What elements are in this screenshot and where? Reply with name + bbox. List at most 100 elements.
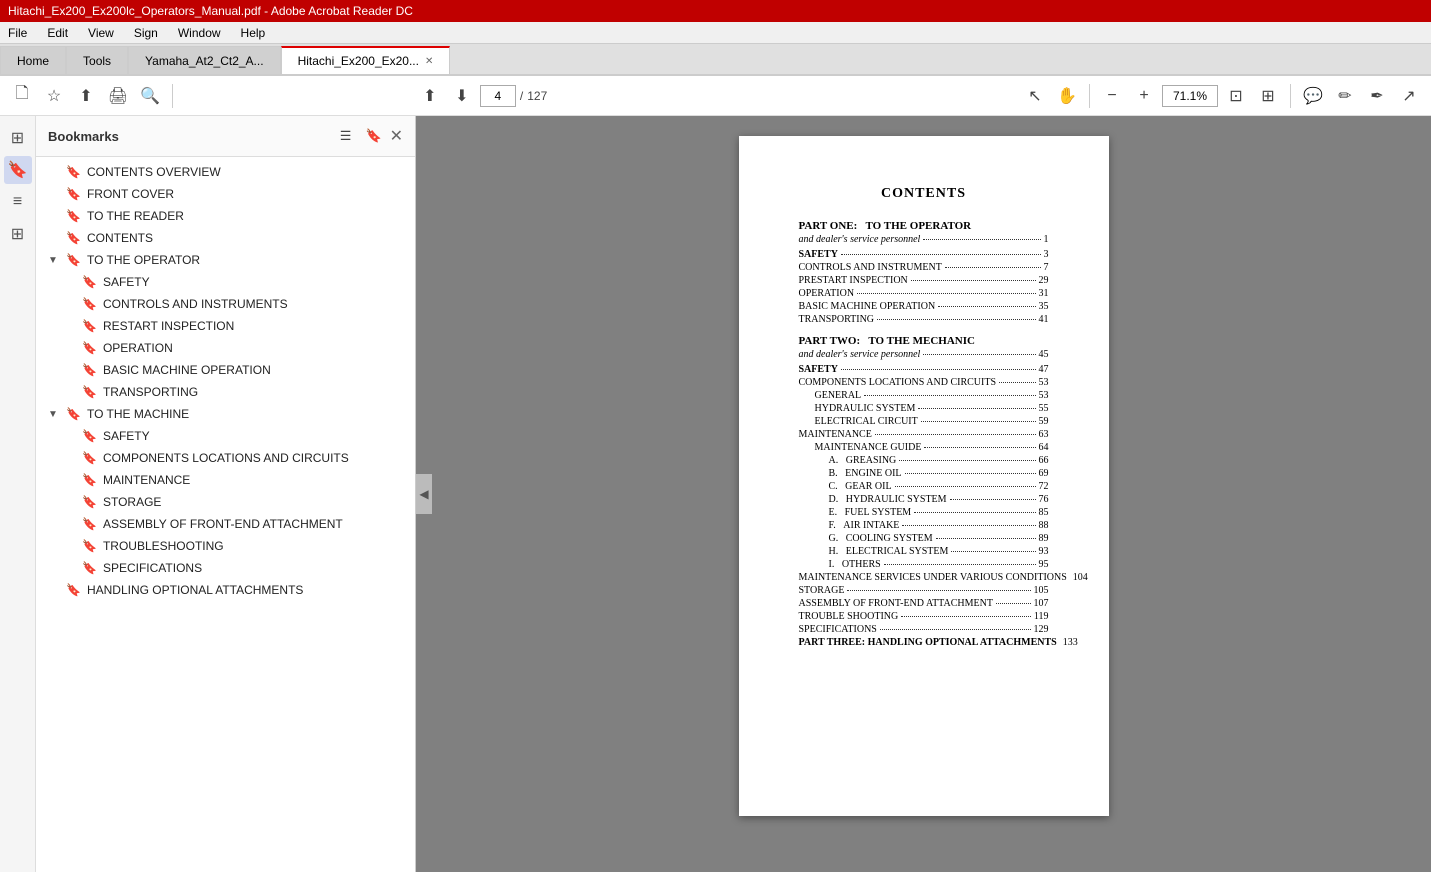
bookmark-handling-optional[interactable]: 🔖 HANDLING OPTIONAL ATTACHMENTS <box>36 579 415 601</box>
hand-btn[interactable]: ✋ <box>1053 82 1081 110</box>
print-btn[interactable]: 🖨 <box>104 82 132 110</box>
bookmark-components-locations[interactable]: 🔖 COMPONENTS LOCATIONS AND CIRCUITS <box>36 447 415 469</box>
toc-electrical-circuit: ELECTRICAL CIRCUIT 59 <box>815 416 1049 427</box>
zoom-out-btn[interactable]: − <box>1098 82 1126 110</box>
toc-controls: CONTROLS AND INSTRUMENT 7 <box>799 262 1049 273</box>
bookmarks-add-btn[interactable]: 🔖 <box>362 124 386 148</box>
bookmark-front-cover[interactable]: 🔖 FRONT COVER <box>36 183 415 205</box>
toc-fuel-system: E. FUEL SYSTEM 85 <box>829 507 1049 518</box>
cursor-btn[interactable]: ↖ <box>1021 82 1049 110</box>
tab-home[interactable]: Home <box>0 46 66 74</box>
toc-engine-oil: B. ENGINE OIL 69 <box>829 468 1049 479</box>
toc-maintenance-guide: MAINTENANCE GUIDE 64 <box>815 442 1049 453</box>
bookmark-troubleshooting[interactable]: 🔖 TROUBLESHOOTING <box>36 535 415 557</box>
tab-hitachi[interactable]: Hitachi_Ex200_Ex20... ✕ <box>281 46 451 74</box>
menu-sign[interactable]: Sign <box>130 24 162 42</box>
bookmark-label-15: STORAGE <box>103 495 161 509</box>
page-number-input[interactable]: 4 <box>480 85 516 107</box>
search-btn[interactable]: 🔍 <box>136 82 164 110</box>
toc-trouble-shooting: TROUBLE SHOOTING 119 <box>799 611 1049 622</box>
toc-hydraulic-sys: HYDRAULIC SYSTEM 55 <box>815 403 1049 414</box>
bookmark-restart-inspection[interactable]: 🔖 RESTART INSPECTION <box>36 315 415 337</box>
bookmark-safety-1[interactable]: 🔖 SAFETY <box>36 271 415 293</box>
tab-hitachi-label: Hitachi_Ex200_Ex20... <box>298 54 419 68</box>
toc-electrical-system: H. ELECTRICAL SYSTEM 93 <box>829 546 1049 557</box>
bookmark-icon-19: 🔖 <box>66 583 81 597</box>
bookmark-label-0: CONTENTS OVERVIEW <box>87 165 221 179</box>
tab-bar: Home Tools Yamaha_At2_Ct2_A... Hitachi_E… <box>0 44 1431 76</box>
bookmark-controls-instruments[interactable]: 🔖 CONTROLS AND INSTRUMENTS <box>36 293 415 315</box>
bookmark-maintenance[interactable]: 🔖 MAINTENANCE <box>36 469 415 491</box>
bookmark-icon-3: 🔖 <box>66 231 81 245</box>
menu-file[interactable]: File <box>4 24 31 42</box>
menu-help[interactable]: Help <box>237 24 270 42</box>
sidebar-icon-bookmarks[interactable]: 🔖 <box>4 156 32 184</box>
bookmark-icon-15: 🔖 <box>82 495 97 509</box>
toc-maintenance: MAINTENANCE 63 <box>799 429 1049 440</box>
tab-yamaha[interactable]: Yamaha_At2_Ct2_A... <box>128 46 281 74</box>
menu-edit[interactable]: Edit <box>43 24 72 42</box>
toc-cooling-system: G. COOLING SYSTEM 89 <box>829 533 1049 544</box>
upload-btn[interactable]: ⬆ <box>72 82 100 110</box>
bookmark-basic-machine-op[interactable]: 🔖 BASIC MACHINE OPERATION <box>36 359 415 381</box>
toolbar-sep1 <box>172 84 173 108</box>
bookmark-toolbar-btn[interactable]: ☆ <box>40 82 68 110</box>
part-one-header: PART ONE: TO THE OPERATOR <box>799 220 1049 232</box>
pen-btn[interactable]: ✏ <box>1331 82 1359 110</box>
bookmark-operation[interactable]: 🔖 OPERATION <box>36 337 415 359</box>
menu-window[interactable]: Window <box>174 24 225 42</box>
part-one-sub: and dealer's service personnel 1 <box>799 234 1049 245</box>
bookmark-label-6: CONTROLS AND INSTRUMENTS <box>103 297 288 311</box>
bookmark-transporting[interactable]: 🔖 TRANSPORTING <box>36 381 415 403</box>
next-page-btn[interactable]: ⬇ <box>448 82 476 110</box>
sidebar-icon-pages[interactable]: ⊞ <box>4 124 32 152</box>
sidebar-icon-tools2[interactable]: ⊞ <box>4 220 32 248</box>
toc-components: COMPONENTS LOCATIONS AND CIRCUITS 53 <box>799 377 1049 388</box>
bookmark-icon-5: 🔖 <box>82 275 97 289</box>
bookmark-to-reader[interactable]: 🔖 TO THE READER <box>36 205 415 227</box>
bookmark-assembly-front-end[interactable]: 🔖 ASSEMBLY OF FRONT-END ATTACHMENT <box>36 513 415 535</box>
view-btn[interactable]: ⊞ <box>1254 82 1282 110</box>
main-area: ⊞ 🔖 ≡ ⊞ Bookmarks ☰ 🔖 ✕ 🔖 CONTENTS OVERV… <box>0 116 1431 872</box>
toc-transporting: TRANSPORTING 41 <box>799 314 1049 325</box>
bookmark-icon-12: 🔖 <box>82 429 97 443</box>
bookmark-contents-overview[interactable]: 🔖 CONTENTS OVERVIEW <box>36 161 415 183</box>
share-btn[interactable]: ↗ <box>1395 82 1423 110</box>
sidebar-icon-layers[interactable]: ≡ <box>4 188 32 216</box>
toc-part-three: PART THREE: HANDLING OPTIONAL ATTACHMENT… <box>799 637 1049 648</box>
sign-btn[interactable]: ✒ <box>1363 82 1391 110</box>
toc-safety-1: SAFETY 3 <box>799 249 1049 260</box>
pdf-area[interactable]: ◀ CONTENTS PART ONE: TO THE OPERATOR and… <box>416 116 1431 872</box>
bookmark-to-operator[interactable]: ▼ 🔖 TO THE OPERATOR <box>36 249 415 271</box>
bookmark-to-machine[interactable]: ▼ 🔖 TO THE MACHINE <box>36 403 415 425</box>
fit-btn[interactable]: ⊡ <box>1222 82 1250 110</box>
bookmarks-close-btn[interactable]: ✕ <box>390 126 403 146</box>
bookmarks-list: 🔖 CONTENTS OVERVIEW 🔖 FRONT COVER 🔖 TO T… <box>36 157 415 872</box>
zoom-input[interactable]: 71.1% <box>1162 85 1218 107</box>
bookmark-label-8: OPERATION <box>103 341 173 355</box>
toc-specifications: SPECIFICATIONS 129 <box>799 624 1049 635</box>
comment-btn[interactable]: 💬 <box>1299 82 1327 110</box>
toolbar-sep3 <box>1290 84 1291 108</box>
zoom-in-btn[interactable]: + <box>1130 82 1158 110</box>
bookmark-label-3: CONTENTS <box>87 231 153 245</box>
bookmark-label-11: TO THE MACHINE <box>87 407 189 421</box>
toc-operation-1: OPERATION 31 <box>799 288 1049 299</box>
bookmark-storage[interactable]: 🔖 STORAGE <box>36 491 415 513</box>
menu-view[interactable]: View <box>84 24 118 42</box>
bookmark-icon-14: 🔖 <box>82 473 97 487</box>
pdf-collapse-btn[interactable]: ◀ <box>416 474 432 514</box>
tab-tools[interactable]: Tools <box>66 46 128 74</box>
new-button[interactable]: 🗋 <box>8 82 36 110</box>
bookmark-safety-2[interactable]: 🔖 SAFETY <box>36 425 415 447</box>
prev-page-btn[interactable]: ⬆ <box>416 82 444 110</box>
right-tools: ↖ ✋ − + 71.1% ⊡ ⊞ 💬 ✏ ✒ ↗ <box>1021 82 1423 110</box>
toolbar: 🗋 ☆ ⬆ 🖨 🔍 ⬆ ⬇ 4 / 127 ↖ ✋ − + 71.1% ⊡ ⊞ … <box>0 76 1431 116</box>
bookmark-icon-7: 🔖 <box>82 319 97 333</box>
bookmarks-menu-btn[interactable]: ☰ <box>334 124 358 148</box>
bookmark-icon-0: 🔖 <box>66 165 81 179</box>
bookmark-contents[interactable]: 🔖 CONTENTS <box>36 227 415 249</box>
bookmark-label-5: SAFETY <box>103 275 150 289</box>
bookmark-specifications[interactable]: 🔖 SPECIFICATIONS <box>36 557 415 579</box>
tab-hitachi-close[interactable]: ✕ <box>425 56 433 67</box>
